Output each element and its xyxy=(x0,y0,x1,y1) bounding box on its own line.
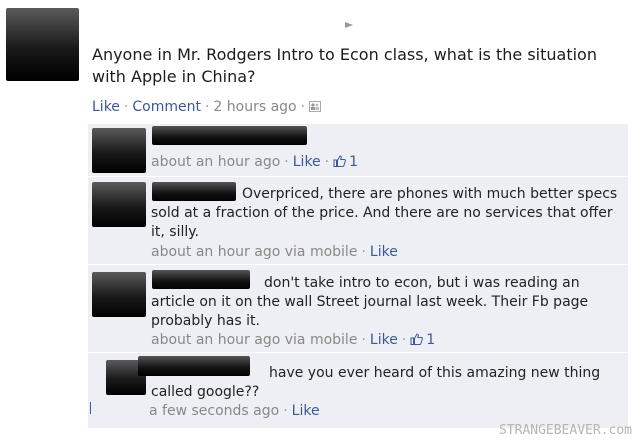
comment-divider xyxy=(88,176,628,177)
comment-divider xyxy=(88,352,628,353)
post-timestamp[interactable]: 2 hours ago xyxy=(213,99,296,115)
comment-meta: about an hour ago via mobile · Like · 1 xyxy=(151,332,435,348)
comment-timestamp[interactable]: about an hour ago via mobile xyxy=(151,244,357,260)
commenter-avatar[interactable] xyxy=(92,182,146,227)
separator: · xyxy=(123,99,129,115)
people-icon[interactable] xyxy=(309,101,322,112)
commenter-avatar[interactable] xyxy=(92,128,146,173)
post-comment-link[interactable]: Comment xyxy=(132,99,201,115)
cursor-icon xyxy=(345,22,353,28)
post-meta: Like · Comment · 2 hours ago · xyxy=(92,99,322,115)
thumbs-up-icon[interactable] xyxy=(333,155,347,167)
comment-text: don't take intro to econ, but i was read… xyxy=(151,275,589,329)
comment-like-link[interactable]: Like xyxy=(292,403,320,419)
comment-meta: about an hour ago via mobile · Like xyxy=(151,244,398,260)
comment-like-link[interactable]: Like xyxy=(293,154,321,170)
comment-divider xyxy=(88,264,628,265)
comment-like-link[interactable]: Like xyxy=(370,332,398,348)
post-like-link[interactable]: Like xyxy=(92,99,120,115)
separator: · xyxy=(324,154,330,170)
commenter-name-redacted[interactable] xyxy=(152,126,307,145)
thumbs-up-icon[interactable] xyxy=(410,333,424,345)
separator: · xyxy=(284,154,289,170)
comment-timestamp[interactable]: a few seconds ago xyxy=(149,403,279,419)
separator: · xyxy=(361,332,366,348)
separator: · xyxy=(401,332,407,348)
comment-timestamp[interactable]: about an hour ago xyxy=(151,154,280,170)
like-count[interactable]: 1 xyxy=(426,332,435,348)
comment-timestamp[interactable]: about an hour ago via mobile xyxy=(151,332,357,348)
comment-meta: a few seconds ago · Like xyxy=(149,403,320,419)
comment-meta: about an hour ago · Like · 1 xyxy=(151,154,358,170)
separator: · xyxy=(361,244,366,260)
comment-text: Overpriced, there are phones with much b… xyxy=(151,186,618,240)
text-cursor xyxy=(90,402,91,414)
commenter-avatar[interactable] xyxy=(92,272,146,317)
comment-like-link[interactable]: Like xyxy=(370,244,398,260)
post-author-avatar[interactable] xyxy=(6,8,79,81)
separator: · xyxy=(283,403,288,419)
comment-text: have you ever heard of this amazing new … xyxy=(151,365,601,400)
post-text: Anyone in Mr. Rodgers Intro to Econ clas… xyxy=(92,45,597,86)
watermark: STRANGEBEAVER.com xyxy=(498,423,632,438)
like-count[interactable]: 1 xyxy=(349,154,358,170)
separator: · xyxy=(300,99,306,115)
separator: · xyxy=(204,99,210,115)
